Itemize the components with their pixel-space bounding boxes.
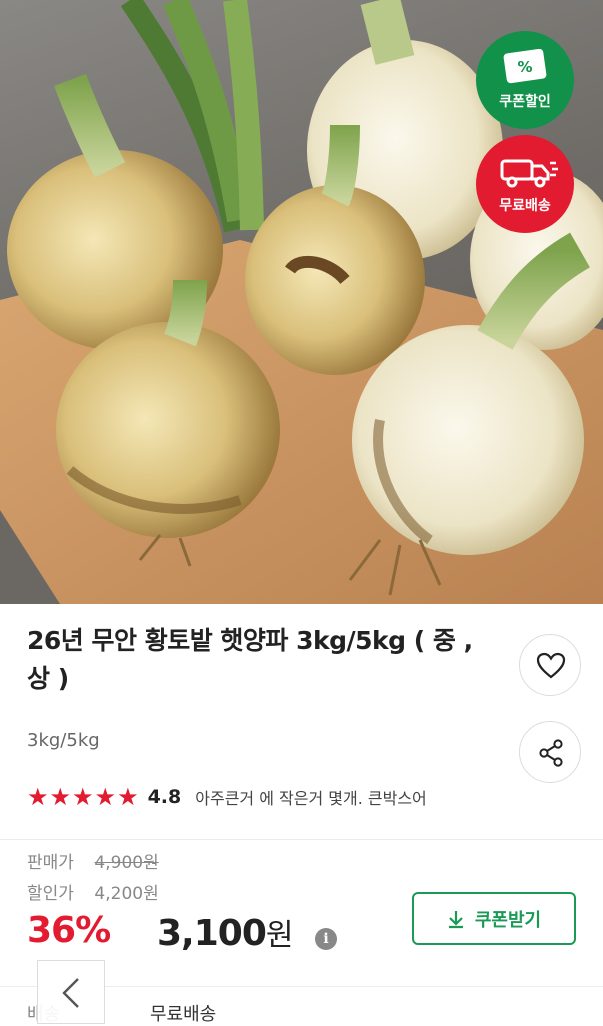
shipping-value: 무료배송 [150,1004,217,1025]
wishlist-button[interactable] [519,634,581,696]
star-icon: ★ [72,783,94,811]
final-price-unit: 원 [265,918,294,953]
star-icon: ★ [27,783,49,811]
discount-rate: 36% [27,910,111,951]
final-price: 3,100원 [157,910,294,954]
back-button[interactable] [37,960,105,1024]
discount-price-label: 할인가 [27,884,74,904]
star-rating: ★ ★ ★ ★ ★ [27,785,140,809]
get-coupon-button[interactable]: 쿠폰받기 [412,892,576,945]
free-shipping-badge: 무료배송 [476,135,574,233]
coupon-badge-label: 쿠폰할인 [499,94,551,110]
free-shipping-badge-label: 무료배송 [499,198,551,214]
final-price-number: 3,100 [157,913,267,954]
share-button[interactable] [519,721,581,783]
product-option: 3kg/5kg [27,730,100,751]
heart-icon [536,652,566,679]
coupon-icon: % [503,49,547,84]
sale-price-label: 판매가 [27,853,74,873]
rating-row[interactable]: ★ ★ ★ ★ ★ 4.8 아주큰거 에 작은거 몇개. 큰박스어 [27,780,507,814]
truck-icon [500,159,558,188]
review-snippet: 아주큰거 에 작은거 몇개. 큰박스어 [195,789,427,808]
share-icon [539,739,563,767]
download-icon [448,910,463,928]
discount-price: 4,200원 [94,884,159,904]
divider [0,839,603,840]
rating-score: 4.8 [147,786,182,808]
original-price: 4,900원 [94,853,159,873]
star-icon: ★ [94,783,117,811]
info-icon[interactable]: i [315,928,337,950]
coupon-discount-badge: % 쿠폰할인 [476,31,574,129]
sale-price-row: 판매가 4,900원 [27,848,159,873]
chevron-left-icon [62,978,79,1008]
get-coupon-label: 쿠폰받기 [474,909,542,931]
star-icon: ★ [117,783,139,811]
star-icon: ★ [49,783,72,811]
product-title: 26년 무안 황토밭 햇양파 3kg/5kg ( 중 , 상 ) [27,626,473,693]
product-image: % 쿠폰할인 무료배송 [0,0,603,604]
coupon-percent-symbol: % [517,58,532,76]
discount-price-row: 할인가 4,200원 [27,879,159,904]
